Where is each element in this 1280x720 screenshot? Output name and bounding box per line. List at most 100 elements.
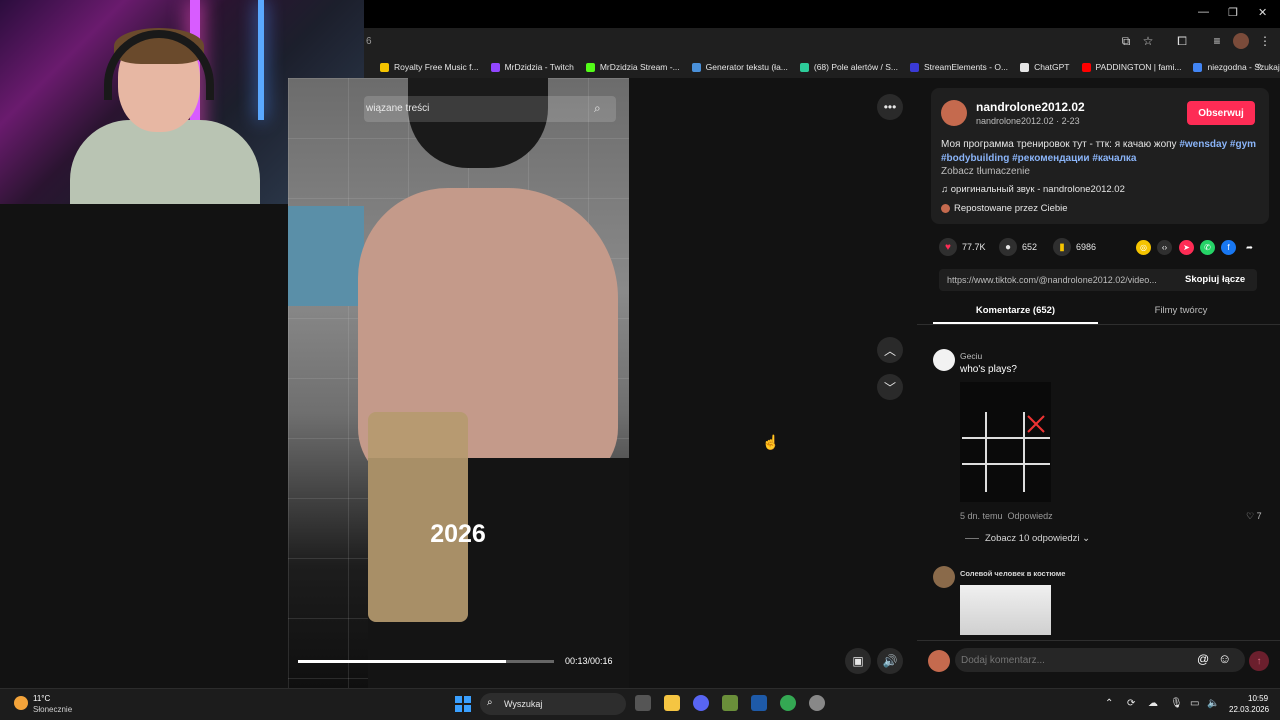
bookmark-item[interactable]: ChatGPT — [1014, 56, 1075, 78]
clock-time[interactable]: 10:59 — [1248, 694, 1268, 703]
comment-image[interactable] — [960, 585, 1051, 635]
author-subline: nandrolone2012.02 · 2-23 — [976, 116, 1080, 126]
chrome-icon[interactable] — [780, 695, 796, 711]
chevron-down-icon[interactable]: ﹀ — [877, 374, 903, 400]
tab-divider — [917, 324, 1280, 325]
video-phone — [368, 412, 468, 622]
microphone-icon[interactable]: 🎙 — [1170, 698, 1183, 709]
comment-avatar[interactable] — [933, 566, 955, 588]
bookmarks-bar: Royalty Free Music f... MrDzidzia - Twit… — [364, 56, 1280, 78]
cast-icon[interactable]: ⧉ — [1118, 33, 1134, 49]
file-explorer-icon[interactable] — [664, 695, 680, 711]
restore-icon[interactable]: ❐ — [1228, 6, 1238, 19]
app-icon[interactable] — [722, 695, 738, 711]
send-friends-icon[interactable]: ➤ — [1179, 240, 1194, 255]
tray-app-icon[interactable]: ⟳ — [1127, 698, 1135, 709]
send-comment-button[interactable]: ↑ — [1249, 651, 1269, 671]
profile-avatar-icon[interactable] — [1233, 33, 1249, 49]
my-avatar — [928, 650, 950, 672]
obs-icon[interactable] — [809, 695, 825, 711]
bookmark-item[interactable]: Royalty Free Music f... — [374, 56, 485, 78]
bookmark-item[interactable]: Generator tekstu (ła... — [686, 56, 794, 78]
bookmark-favicon-icon — [1081, 62, 1091, 72]
heart-icon: ♥ — [939, 238, 957, 256]
bookmark-favicon-icon — [490, 62, 500, 72]
mention-icon[interactable]: @ — [1197, 652, 1209, 666]
comment-image[interactable] — [960, 382, 1051, 502]
embed-icon[interactable]: ◎ — [1136, 240, 1151, 255]
bookmark-favicon-icon — [1193, 62, 1203, 72]
extensions-icon[interactable]: ⧠ — [1174, 33, 1190, 49]
bookmark-item[interactable]: StreamElements - O... — [904, 56, 1014, 78]
clock-date[interactable]: 22.03.2026 — [1229, 705, 1269, 714]
share-arrow-icon[interactable]: ➦ — [1242, 240, 1257, 255]
streamer-body — [70, 120, 260, 204]
comment-button[interactable]: ● 652 — [999, 238, 1037, 256]
more-bookmarks-icon[interactable]: » — [1256, 60, 1262, 72]
tab-creator-videos[interactable]: Filmy twórcy — [1098, 300, 1264, 324]
speaker-icon[interactable]: 🔈 — [1207, 698, 1219, 709]
comment-author[interactable]: Солевой человек в костюме — [960, 569, 1065, 578]
whatsapp-icon[interactable]: ✆ — [1200, 240, 1215, 255]
author-avatar[interactable] — [941, 100, 967, 126]
chevron-down-icon: ⌄ — [1079, 533, 1091, 544]
weather-sun-icon[interactable] — [14, 696, 28, 710]
author-username[interactable]: nandrolone2012.02 — [976, 100, 1085, 114]
address-bar[interactable]: 6 — [366, 36, 372, 47]
chevron-up-icon[interactable]: ︿ — [877, 337, 903, 363]
video-player[interactable] — [288, 78, 629, 688]
tray-app-icon[interactable]: ☁ — [1148, 698, 1158, 709]
translate-link[interactable]: Zobacz tłumaczenie — [941, 166, 1030, 177]
weather-temp[interactable]: 11°C — [33, 694, 50, 703]
mini-player-icon[interactable]: ▣ — [845, 648, 871, 674]
bookmark-item[interactable]: MrDzidzia - Twitch — [485, 56, 580, 78]
sound-link[interactable]: ♫ оригинальный звук - nandrolone2012.02 — [941, 184, 1125, 195]
search-icon[interactable]: ⌕ — [594, 101, 601, 116]
music-note-icon: ♫ — [941, 184, 951, 195]
display-icon[interactable]: ▭ — [1190, 698, 1199, 709]
bookmark-favicon-icon — [380, 62, 389, 72]
copy-link-button[interactable]: Skopiuj łącze — [1185, 274, 1245, 285]
taskbar-search[interactable] — [480, 693, 626, 715]
bookmark-item[interactable]: (68) Pole alertów / S... — [794, 56, 904, 78]
close-window-icon[interactable]: ✕ — [1258, 6, 1267, 19]
bookmark-item[interactable]: PADDINGTON | fami... — [1076, 56, 1188, 78]
repost-status: Repostowane przez Ciebie — [941, 203, 1068, 214]
bookmark-star-icon[interactable]: ☆ — [1140, 33, 1156, 49]
windows-start-icon[interactable] — [455, 696, 471, 712]
save-button[interactable]: ▮ 6986 — [1053, 238, 1096, 256]
tray-expand-icon[interactable]: ⌃ — [1105, 698, 1113, 709]
hashtag-link[interactable]: #wensday — [1179, 139, 1227, 150]
tab-comments[interactable]: Komentarze (652) — [933, 300, 1098, 324]
weather-desc[interactable]: Słonecznie — [33, 705, 72, 714]
more-options-icon[interactable]: ••• — [877, 94, 903, 120]
minimize-icon[interactable]: — — [1198, 6, 1209, 18]
facebook-icon[interactable]: f — [1221, 240, 1236, 255]
bookmark-item[interactable]: niezgodna - Szukaj... — [1187, 56, 1280, 78]
comment-avatar[interactable] — [933, 349, 955, 371]
view-replies-button[interactable]: Zobacz 10 odpowiedzi ⌄ — [985, 533, 1090, 544]
code-icon[interactable]: ‹› — [1157, 240, 1172, 255]
bookmark-item[interactable]: MrDzidzia Stream -... — [580, 56, 686, 78]
menu-kebab-icon[interactable]: ⋮ — [1257, 33, 1273, 49]
taskbar-search-label: Wyszukaj — [504, 699, 543, 709]
emoji-icon[interactable]: ☺ — [1218, 651, 1231, 666]
discord-icon[interactable] — [693, 695, 709, 711]
video-link[interactable]: https://www.tiktok.com/@nandrolone2012.0… — [947, 275, 1175, 285]
hashtag-link[interactable]: #рекомендации — [1012, 153, 1089, 164]
hashtag-link[interactable]: #bodybuilding — [941, 153, 1009, 164]
volume-icon[interactable]: 🔊 — [877, 648, 903, 674]
bookmark-favicon-icon — [799, 62, 809, 72]
bookmark-favicon-icon — [909, 62, 919, 72]
task-view-icon[interactable] — [635, 695, 651, 711]
comment-author[interactable]: Geciu — [960, 351, 982, 361]
hashtag-link[interactable]: #качалка — [1092, 153, 1136, 164]
hashtag-link[interactable]: #gym — [1230, 139, 1256, 150]
comment-like-button[interactable]: ♡ 7 — [1246, 511, 1262, 522]
reply-button[interactable]: Odpowiedz — [1008, 511, 1053, 521]
video-overlay-text: 2026 — [430, 520, 486, 548]
app-icon[interactable] — [751, 695, 767, 711]
like-button[interactable]: ♥ 77.7K — [939, 238, 986, 256]
media-control-icon[interactable]: ≡ — [1209, 33, 1225, 49]
follow-button[interactable]: Obserwuj — [1187, 101, 1255, 125]
